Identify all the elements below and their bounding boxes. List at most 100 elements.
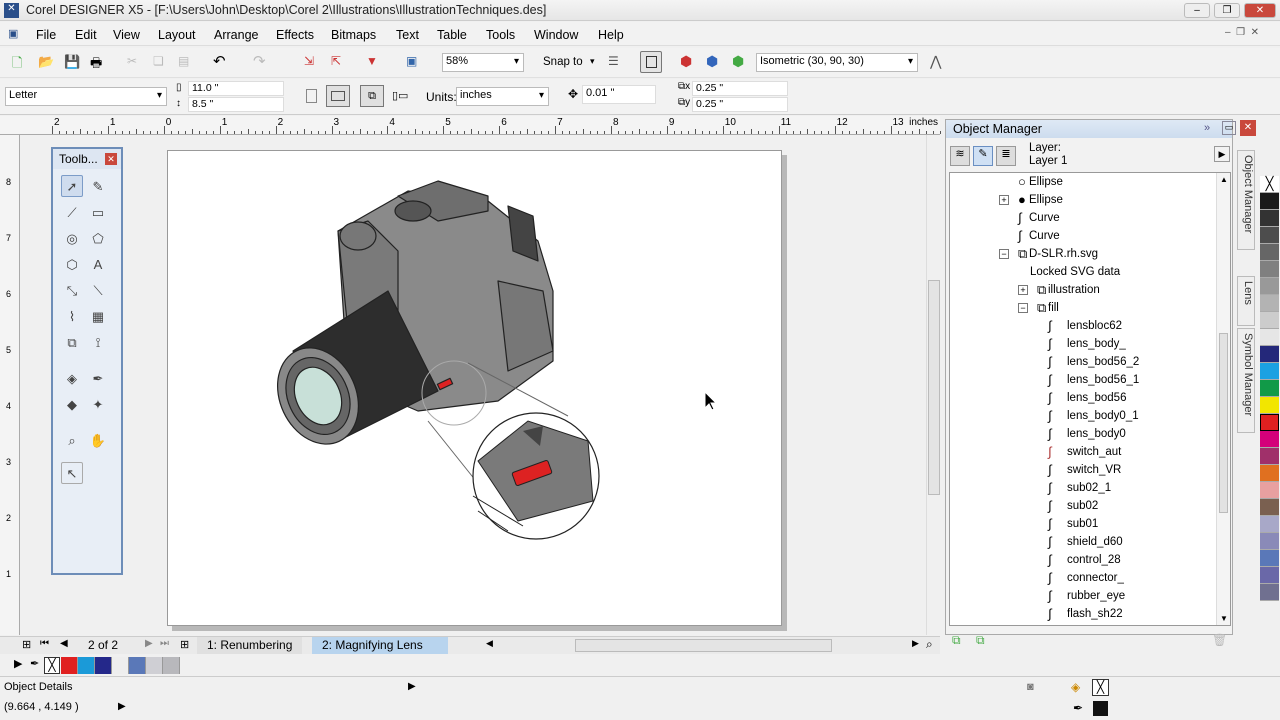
color-swatch[interactable] — [1260, 346, 1279, 363]
tree-item[interactable]: ∫ sub01 — [950, 515, 1216, 533]
transparency-tool-icon[interactable]: ⟟ — [87, 332, 109, 354]
top-plane-icon[interactable]: ⬢ — [680, 53, 692, 70]
tree-item[interactable]: ∫ Curve — [950, 209, 1216, 227]
tree-item[interactable]: ∫ lensbloc62 — [950, 317, 1216, 335]
expand-icon[interactable]: + — [999, 195, 1009, 205]
color-swatch[interactable] — [1260, 278, 1279, 295]
tree-item[interactable]: ∫ sub02_1 — [950, 479, 1216, 497]
connector-tool-icon[interactable]: ⤡ — [61, 280, 83, 302]
tree-item[interactable]: + ● Ellipse — [950, 191, 1216, 209]
paper-size-select[interactable]: Letter — [5, 87, 167, 106]
page-tab-1[interactable]: 1: Renumbering — [197, 637, 303, 654]
tree-item[interactable]: + ⧉ illustration — [950, 281, 1216, 299]
docker-minimize-icon[interactable]: ▭ — [1222, 121, 1236, 135]
tree-item[interactable]: ∫ control_28 — [950, 551, 1216, 569]
scroll-up-icon[interactable]: ▲ — [1220, 175, 1228, 184]
tree-item[interactable]: ○ Ellipse — [950, 173, 1216, 191]
coordinates-flyout-icon[interactable]: ▶ — [118, 701, 126, 712]
import-icon[interactable]: ⇲ — [304, 54, 314, 68]
collapse-icon[interactable]: − — [999, 249, 1009, 259]
color-swatch[interactable] — [1260, 533, 1279, 550]
close-button[interactable]: ✕ — [1244, 3, 1276, 18]
text-tool-icon[interactable]: A — [87, 254, 109, 276]
all-pages-button[interactable]: ⧉ — [360, 85, 384, 107]
scroll-down-icon[interactable]: ▼ — [1220, 614, 1228, 623]
menu-bitmaps[interactable]: Bitmaps — [331, 28, 376, 42]
menu-file[interactable]: File — [36, 28, 56, 42]
pointer-tool-icon[interactable]: ↖ — [61, 462, 83, 484]
shapes-tool-icon[interactable]: ⬡ — [61, 254, 83, 276]
print-icon[interactable]: 🖶 — [90, 54, 102, 76]
snap-to-dropdown-icon[interactable]: ▾ — [590, 56, 595, 67]
portrait-button[interactable] — [306, 89, 317, 103]
color-swatch[interactable] — [1260, 261, 1279, 278]
tab-lens[interactable]: Lens — [1237, 276, 1255, 326]
palette-flyout-icon[interactable]: ▶ — [14, 657, 22, 670]
scroll-left-icon[interactable]: ◀ — [486, 638, 493, 649]
tree-item[interactable]: ∫ sub02 — [950, 497, 1216, 515]
tree-item[interactable]: ∫ lens_body0_1 — [950, 407, 1216, 425]
undo-icon[interactable]: ↶ — [213, 52, 226, 70]
menu-arrange[interactable]: Arrange — [214, 28, 258, 42]
menu-layout[interactable]: Layout — [158, 28, 196, 42]
drawing-canvas[interactable]: Toolb... ✕ ➚ ✎ ⟋ ▭ ◎ ⬠ ⬡ A ⤡ ⟍ ⌇ ▦ ⧉ ⟟ ◈ ✒ ◆ ✦ ⌕ ✋ … — [20, 135, 926, 635]
color-swatch[interactable] — [1260, 380, 1279, 397]
color-swatch[interactable] — [1260, 550, 1279, 567]
interactive-fill-icon[interactable]: ◆ — [61, 394, 83, 416]
rectangle-tool-icon[interactable]: ▭ — [87, 202, 109, 224]
document-color-swatch[interactable] — [61, 657, 78, 674]
tab-symbol-manager[interactable]: Symbol Manager — [1237, 328, 1255, 433]
doc-window-controls[interactable]: – ❐ ✕ — [1225, 27, 1259, 38]
collapse-docker-icon[interactable]: » — [1204, 122, 1210, 134]
save-icon[interactable]: 💾 — [64, 54, 80, 70]
fill-color-none[interactable]: ╳ — [1092, 679, 1109, 696]
tree-item[interactable]: − ⧉ D-SLR.rh.svg — [950, 245, 1216, 263]
menu-table[interactable]: Table — [437, 28, 467, 42]
show-properties-icon[interactable]: ≋ — [950, 146, 970, 166]
toolbox-close-icon[interactable]: ✕ — [105, 153, 117, 165]
color-swatch[interactable] — [1260, 244, 1279, 261]
next-page-icon[interactable]: ▶ — [145, 638, 153, 649]
expand-icon[interactable]: + — [1018, 285, 1028, 295]
tree-item[interactable]: ∫ lens_bod56 — [950, 389, 1216, 407]
projection-tool-icon[interactable]: ⋀ — [930, 53, 941, 70]
page-width-field[interactable]: 11.0 " — [188, 81, 284, 96]
tree-item[interactable]: ∫ shield_d60 — [950, 533, 1216, 551]
line-tool-icon[interactable]: ⟋ — [61, 202, 83, 224]
eyedropper-icon[interactable]: ✒ — [30, 657, 39, 670]
tab-object-manager[interactable]: Object Manager — [1237, 150, 1255, 250]
color-swatch[interactable] — [1260, 312, 1279, 329]
units-select[interactable]: inches — [456, 87, 549, 106]
document-color-swatch[interactable] — [129, 657, 146, 674]
new-icon[interactable]: 🗋 — [12, 54, 22, 76]
delete-icon[interactable]: 🗑 — [1212, 633, 1227, 647]
color-swatch[interactable] — [1260, 227, 1279, 244]
menu-text[interactable]: Text — [396, 28, 419, 42]
previous-page-icon[interactable]: ◀ — [60, 638, 68, 649]
menu-effects[interactable]: Effects — [276, 28, 314, 42]
menu-tools[interactable]: Tools — [486, 28, 515, 42]
add-page-after-icon[interactable]: ⊞ — [180, 638, 189, 651]
page-tab-2[interactable]: 2: Magnifying Lens — [312, 637, 448, 654]
tree-item[interactable]: ∫ lens_body0 — [950, 425, 1216, 443]
menu-window[interactable]: Window — [534, 28, 578, 42]
front-plane-icon[interactable]: ⬢ — [706, 53, 718, 70]
color-swatch[interactable] — [1260, 465, 1279, 482]
layer-manager-view-icon[interactable]: ≣ — [996, 146, 1016, 166]
camera-illustration[interactable] — [168, 151, 783, 627]
polygon-tool-icon[interactable]: ⬠ — [87, 228, 109, 250]
pick-tool-icon[interactable]: ➚ — [61, 175, 83, 197]
paste-icon[interactable]: ▤ — [178, 54, 189, 68]
blend-tool-icon[interactable]: ⧉ — [61, 332, 83, 354]
horizontal-ruler[interactable]: inches 2 1 0 1 2 3 4 5 6 7 8 9 10 11 12 13 — [0, 116, 941, 135]
outline-color-black[interactable] — [1093, 701, 1108, 716]
page-height-field[interactable]: 8.5 " — [188, 97, 284, 112]
color-proof-icon[interactable]: ◙ — [1027, 681, 1034, 693]
color-swatch[interactable] — [1260, 414, 1279, 431]
color-swatch[interactable] — [1260, 397, 1279, 414]
object-tree[interactable]: ▲ ▼ ○ Ellipse + ● Ellipse ∫ Curve ∫ Curve − ⧉ D-SLR… — [949, 172, 1231, 626]
tree-item[interactable]: ∫ flash_sh22 — [950, 605, 1216, 623]
color-swatch[interactable] — [1260, 499, 1279, 516]
tree-scrollbar[interactable]: ▲ ▼ — [1216, 173, 1230, 625]
color-swatch[interactable] — [1260, 482, 1279, 499]
